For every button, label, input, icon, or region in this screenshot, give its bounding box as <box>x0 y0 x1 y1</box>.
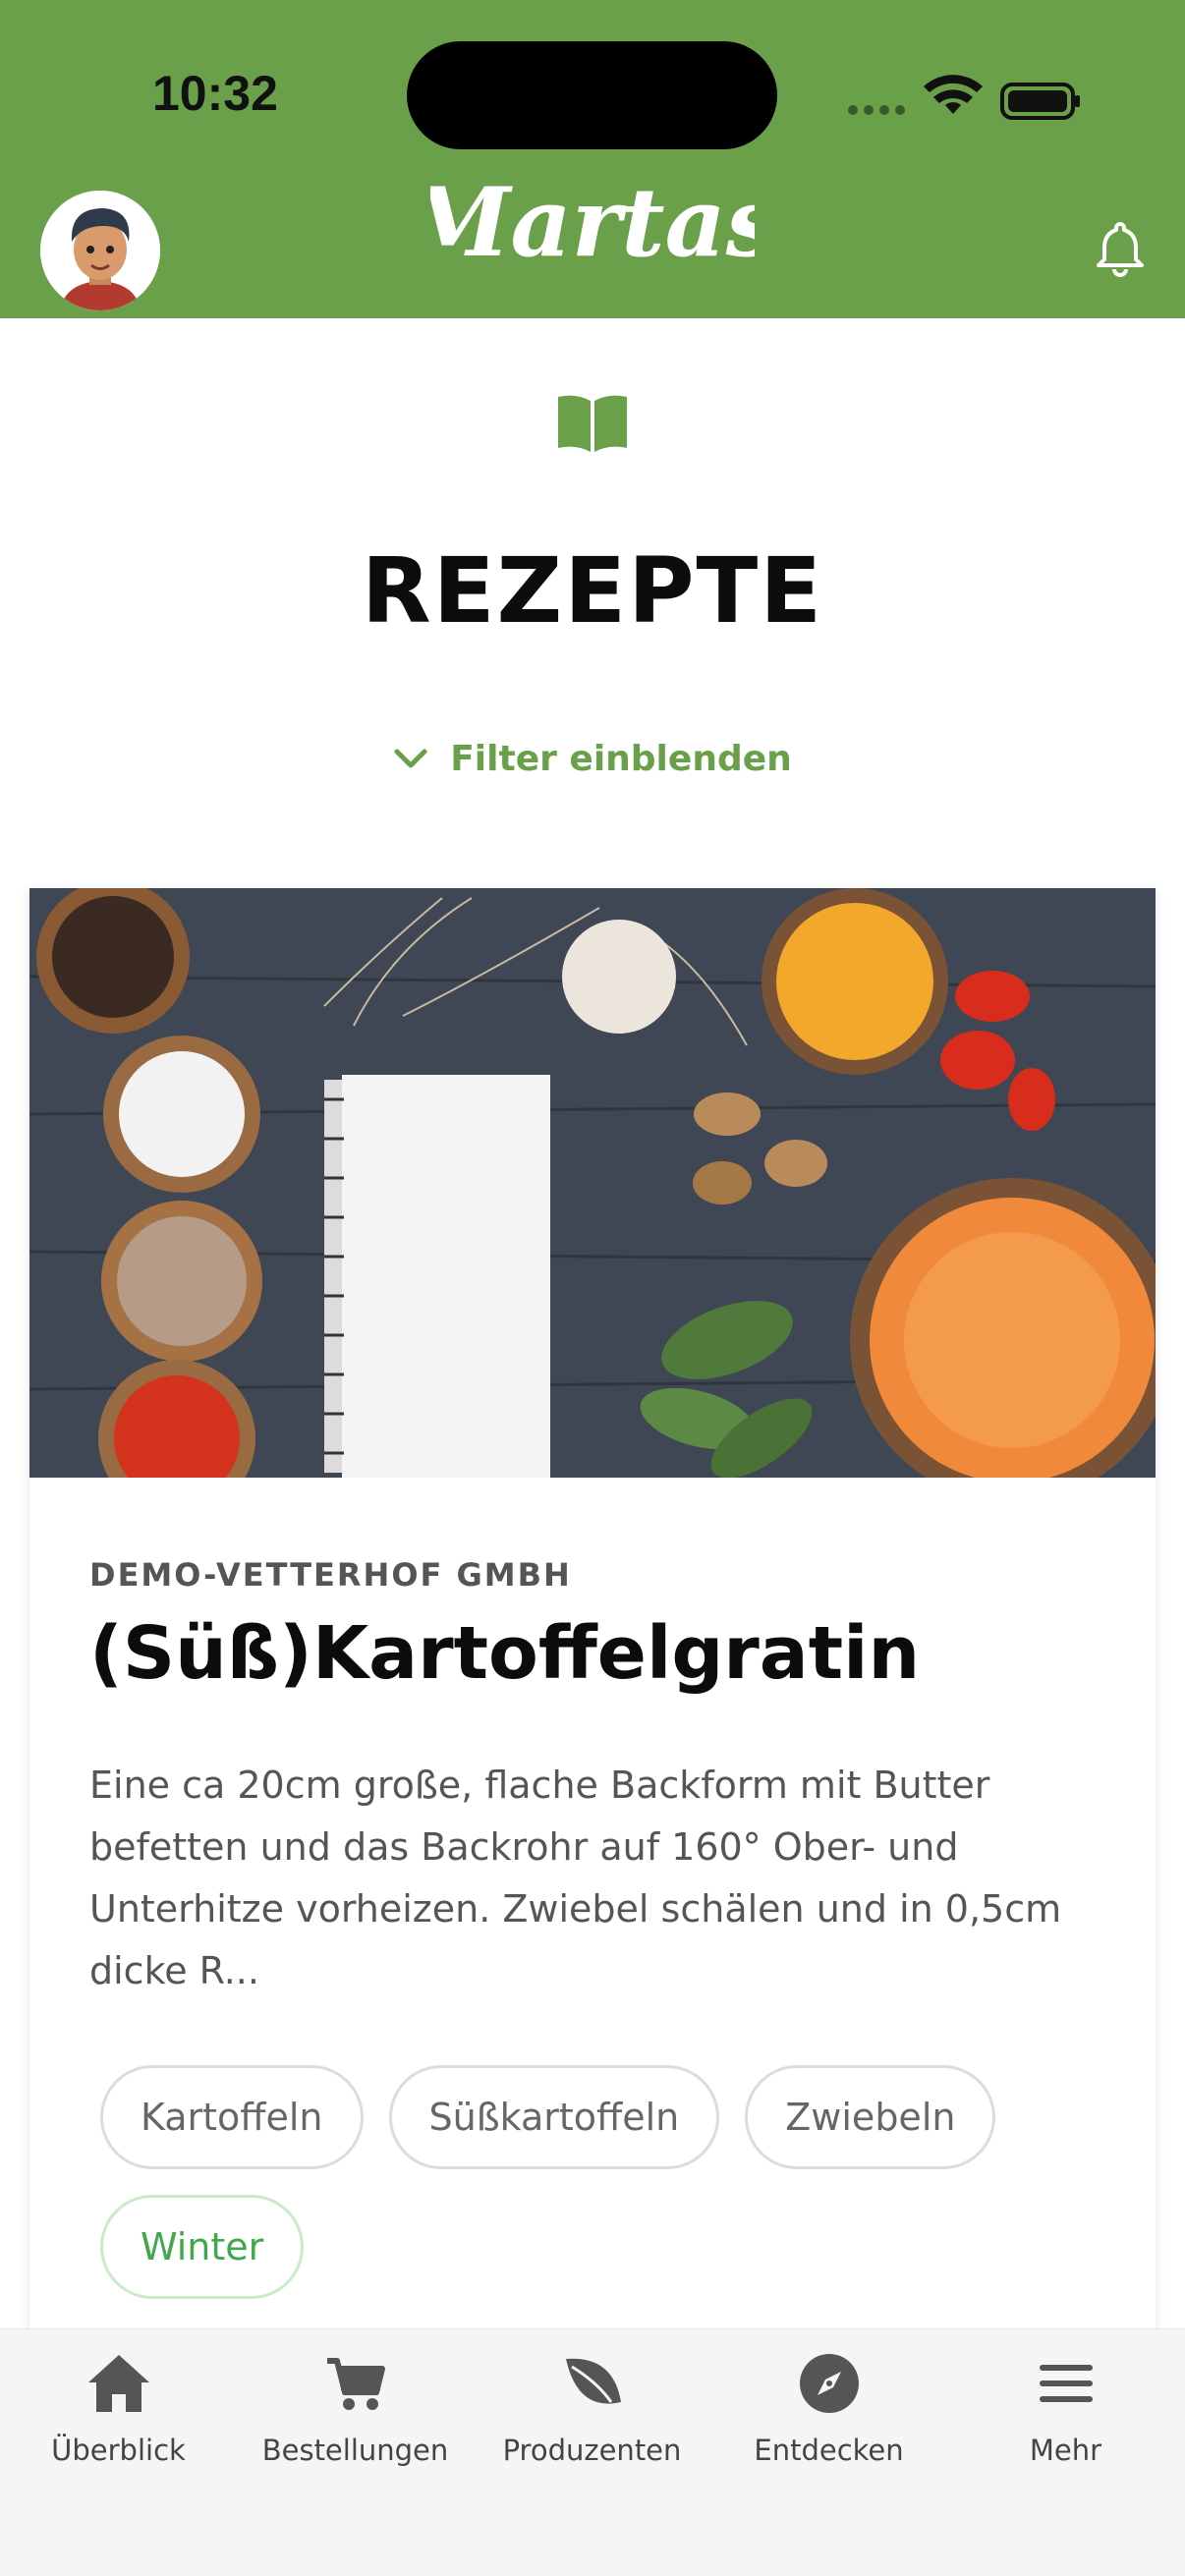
status-icons <box>848 75 1080 120</box>
nav-item-overview[interactable]: Überblick <box>0 2329 237 2487</box>
nav-label: Bestellungen <box>261 2434 449 2467</box>
leaf-icon <box>565 2358 621 2404</box>
menu-icon <box>1039 2365 1093 2402</box>
recipe-description: Eine ca 20cm große, flache Backform mit … <box>89 1764 1062 1992</box>
status-time: 10:32 <box>152 66 278 121</box>
avatar[interactable] <box>40 191 160 310</box>
tag-list: Kartoffeln Süßkartoffeln Zwiebeln Winter <box>100 2065 1093 2299</box>
svg-text:Martas: Martas <box>430 167 755 278</box>
filter-toggle[interactable]: Filter einblenden <box>0 739 1185 779</box>
tag-chip[interactable]: Süßkartoffeln <box>388 2065 720 2169</box>
avatar-icon <box>40 191 160 310</box>
nav-item-producers[interactable]: Produzenten <box>474 2329 710 2487</box>
recipe-image[interactable] <box>29 888 1156 1478</box>
filter-label: Filter einblenden <box>450 739 792 779</box>
recipe-card[interactable]: DEMO-VETTERHOF GMBH (Süß)Kartoffelgratin… <box>29 888 1156 2332</box>
wifi-icon <box>924 75 983 114</box>
compass-icon <box>799 2354 859 2413</box>
app-header: 10:32 Martas <box>0 0 1185 318</box>
cellular-icon <box>848 105 905 115</box>
nav-label: Entdecken <box>754 2434 904 2467</box>
chevron-down-icon <box>394 749 427 767</box>
brand-logo: Martas <box>430 167 755 278</box>
cart-icon <box>326 2358 385 2410</box>
recipe-title[interactable]: (Süß)Kartoffelgratin <box>89 1611 920 1696</box>
nav-label: Mehr <box>1029 2434 1102 2467</box>
nav-label: Produzenten <box>502 2434 682 2467</box>
home-icon <box>87 2355 149 2412</box>
dynamic-island <box>407 41 777 149</box>
tag-chip[interactable]: Zwiebeln <box>745 2065 996 2169</box>
bottom-nav: Überblick Bestellungen Produzenten Entde… <box>0 2328 1185 2576</box>
nav-item-discover[interactable]: Entdecken <box>710 2329 947 2487</box>
nav-label: Überblick <box>51 2434 186 2467</box>
book-icon <box>558 395 627 452</box>
producer-name: DEMO-VETTERHOF GMBH <box>89 1556 572 1594</box>
bell-icon[interactable] <box>1089 216 1152 279</box>
page-title: REZEPTE <box>361 538 824 644</box>
battery-icon <box>1000 83 1080 120</box>
nav-item-more[interactable]: Mehr <box>947 2329 1184 2487</box>
nav-item-orders[interactable]: Bestellungen <box>237 2329 474 2487</box>
tag-chip[interactable]: Kartoffeln <box>100 2065 364 2169</box>
tag-chip-season[interactable]: Winter <box>100 2195 305 2299</box>
